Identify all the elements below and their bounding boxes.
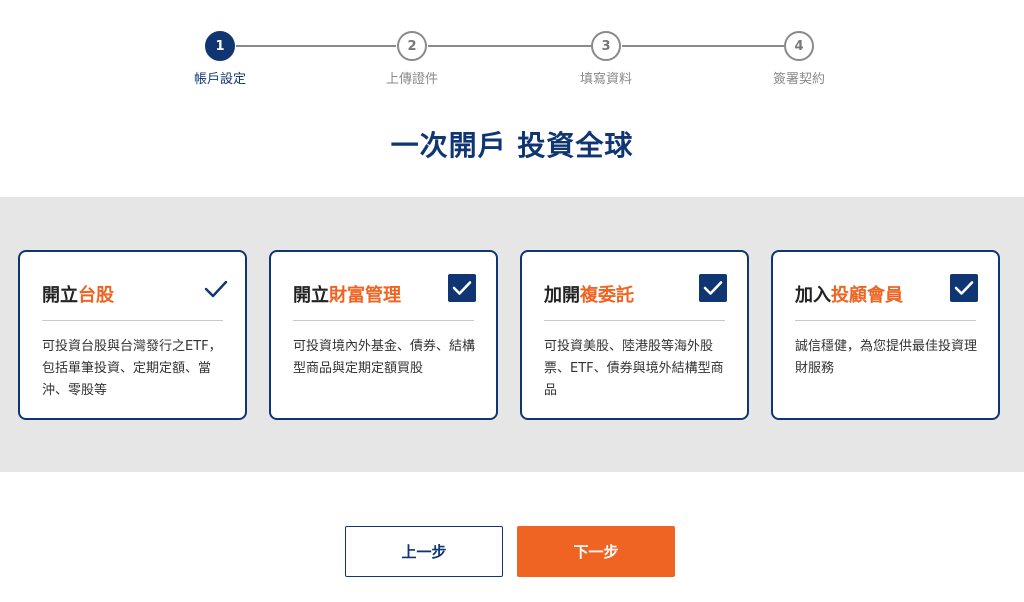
step-label: 帳戶設定 xyxy=(193,72,246,87)
step-label: 上傳證件 xyxy=(385,72,438,87)
progress-stepper: 1 帳戶設定 2 上傳證件 3 填寫資料 4 簽署契約 xyxy=(0,31,1024,91)
card-divider xyxy=(795,320,976,321)
step-number: 2 xyxy=(397,31,427,61)
card-divider xyxy=(42,320,223,321)
previous-step-button[interactable]: 上一步 xyxy=(345,526,503,577)
step-label: 簽署契約 xyxy=(772,72,825,87)
step-number: 4 xyxy=(784,31,814,61)
step-account-settings: 1 帳戶設定 xyxy=(160,31,280,87)
checkbox-checked-icon[interactable] xyxy=(448,274,476,302)
card-title: 加開複委託 xyxy=(544,281,634,307)
step-number: 3 xyxy=(591,31,621,61)
card-title-prefix: 加入 xyxy=(795,285,831,306)
card-tw-stock[interactable]: 開立台股 可投資台股與台灣發行之ETF，包括單筆投資、定期定額、當沖、零股等 xyxy=(18,250,247,420)
card-description: 可投資美股、陸港股等海外股票、ETF、債券與境外結構型商品 xyxy=(544,339,724,398)
card-title: 開立財富管理 xyxy=(293,281,401,307)
card-divider xyxy=(293,320,474,321)
step-upload-id: 2 上傳證件 xyxy=(352,31,472,87)
card-title: 加入投顧會員 xyxy=(795,281,903,307)
card-title-prefix: 開立 xyxy=(293,285,329,306)
card-wealth-management[interactable]: 開立財富管理 可投資境內外基金、債券、結構型商品與定期定額買股 xyxy=(269,250,498,420)
card-title-highlight: 投顧會員 xyxy=(831,285,903,306)
card-advisory-member[interactable]: 加入投顧會員 誠信穩健，為您提供最佳投資理財服務 xyxy=(771,250,1000,420)
step-label: 填寫資料 xyxy=(579,72,632,87)
card-title-prefix: 開立 xyxy=(42,285,78,306)
card-divider xyxy=(544,320,725,321)
step-fill-info: 3 填寫資料 xyxy=(546,31,666,87)
page-title: 一次開戶 投資全球 xyxy=(390,129,634,162)
card-description: 可投資境內外基金、債券、結構型商品與定期定額買股 xyxy=(293,339,476,376)
checkbox-checked-icon[interactable] xyxy=(950,274,978,302)
next-step-button[interactable]: 下一步 xyxy=(517,526,675,577)
checkmark-icon[interactable] xyxy=(203,276,229,302)
card-title-highlight: 財富管理 xyxy=(329,285,401,306)
card-description: 誠信穩健，為您提供最佳投資理財服務 xyxy=(795,339,978,376)
account-option-cards: 開立台股 可投資台股與台灣發行之ETF，包括單筆投資、定期定額、當沖、零股等 開… xyxy=(18,250,1004,420)
step-sign-contract: 4 簽署契約 xyxy=(739,31,859,87)
card-description: 可投資台股與台灣發行之ETF，包括單筆投資、定期定額、當沖、零股等 xyxy=(42,339,222,398)
card-title: 開立台股 xyxy=(42,281,114,307)
card-title-prefix: 加開 xyxy=(544,285,580,306)
checkbox-checked-icon[interactable] xyxy=(699,274,727,302)
account-options-section: 開立台股 可投資台股與台灣發行之ETF，包括單筆投資、定期定額、當沖、零股等 開… xyxy=(0,197,1024,472)
step-number: 1 xyxy=(205,31,235,61)
card-title-highlight: 台股 xyxy=(78,285,114,306)
card-sub-brokerage[interactable]: 加開複委託 可投資美股、陸港股等海外股票、ETF、債券與境外結構型商品 xyxy=(520,250,749,420)
card-title-highlight: 複委託 xyxy=(580,285,634,306)
